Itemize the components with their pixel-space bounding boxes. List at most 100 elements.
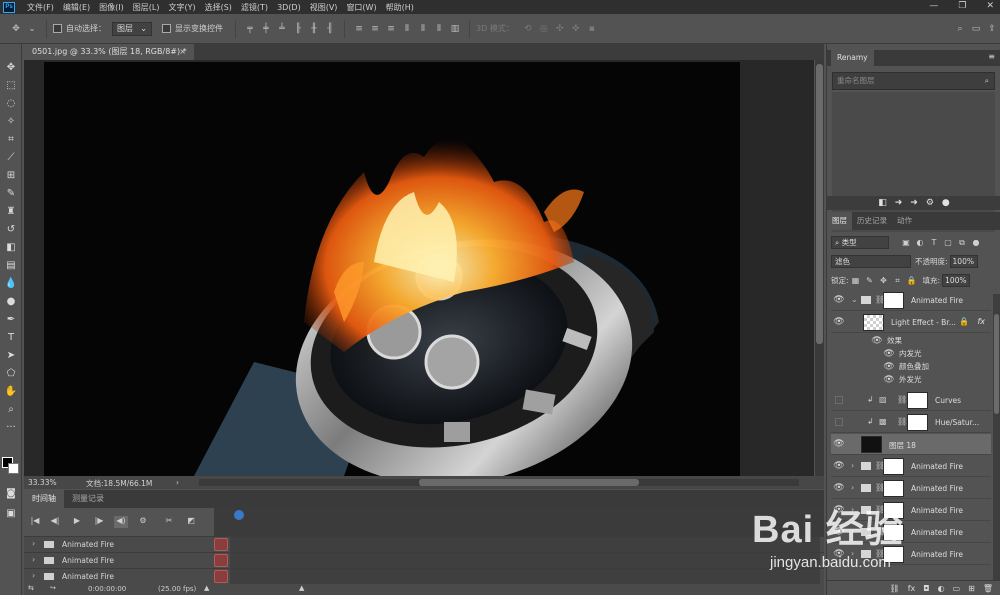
dodge-icon[interactable]: ● xyxy=(0,292,22,310)
align-vcenter-icon[interactable]: ╪ xyxy=(261,24,271,34)
layer-mask-thumbnail[interactable] xyxy=(907,414,928,431)
audio-icon[interactable]: ◀) xyxy=(114,516,128,528)
minimize-icon[interactable]: — xyxy=(929,1,938,11)
tab-measurement-log[interactable]: 测量记录 xyxy=(64,490,112,508)
effect-row[interactable]: 👁 外发光 xyxy=(831,373,991,386)
layer-row[interactable]: 👁 › ⛓ Animated Fire xyxy=(831,522,991,543)
path-selection-icon[interactable]: ➤ xyxy=(0,346,22,364)
search-icon[interactable]: ⌕ xyxy=(985,73,989,89)
background-color-swatch[interactable] xyxy=(8,463,19,474)
loop-icon[interactable]: ⇆ xyxy=(28,584,34,592)
menu-help[interactable]: 帮助(H) xyxy=(386,2,414,13)
eye-icon[interactable]: 👁 xyxy=(833,461,845,471)
eye-icon[interactable]: 👁 xyxy=(883,375,895,385)
track-clip[interactable] xyxy=(214,554,228,567)
screen-mode-icon[interactable]: ▣ xyxy=(0,504,22,522)
tab-layers[interactable]: 图层 xyxy=(827,212,852,230)
search-icon[interactable]: ⌕ xyxy=(955,24,965,34)
first-frame-icon[interactable]: |◀ xyxy=(28,516,42,528)
eye-icon[interactable]: 👁 xyxy=(871,336,883,346)
pixel-filter-icon[interactable]: ▣ xyxy=(901,238,911,247)
track-clip[interactable] xyxy=(214,538,228,551)
workspace-icon[interactable]: ▭ xyxy=(971,24,981,34)
type-filter-icon[interactable]: T xyxy=(929,238,939,247)
new-group-icon[interactable]: ▭ xyxy=(953,584,961,593)
filter-kind-dropdown[interactable]: ⌕ 类型 xyxy=(831,236,889,249)
arrow-right-icon[interactable]: ➜ xyxy=(895,198,903,208)
fx-icon[interactable]: fx xyxy=(908,584,916,593)
panel-menu-icon[interactable]: ≡ xyxy=(988,52,995,61)
layer-mask-thumbnail[interactable] xyxy=(883,546,904,563)
distribute-hcenter-icon[interactable]: ⦀ xyxy=(418,24,428,34)
move-icon[interactable]: ✥ xyxy=(0,58,22,76)
layer-row-selected[interactable]: 👁 图层 18 xyxy=(831,434,991,455)
align-top-icon[interactable]: ╤ xyxy=(245,24,255,34)
eye-icon[interactable]: 👁 xyxy=(833,317,845,327)
pen-icon[interactable]: ✒ xyxy=(0,310,22,328)
renamy-search-input[interactable]: 重命名图层 ⌕ xyxy=(832,72,995,90)
new-adjustment-icon[interactable]: ◐ xyxy=(938,584,945,593)
timeline-ruler[interactable] xyxy=(214,508,824,536)
tab-timeline[interactable]: 时间轴 xyxy=(24,490,64,508)
more-tools-icon[interactable]: ··· xyxy=(0,418,22,436)
track-lane[interactable] xyxy=(230,537,820,553)
auto-align-icon[interactable]: ▥ xyxy=(450,24,460,34)
layer-row[interactable]: ↲ ▨ ⛓ Curves xyxy=(831,390,991,411)
align-right-icon[interactable]: ╢ xyxy=(325,24,335,34)
show-transform-checkbox[interactable] xyxy=(162,24,171,33)
gradient-icon[interactable]: ▤ xyxy=(0,256,22,274)
distribute-right-icon[interactable]: ⦀ xyxy=(434,24,444,34)
3d-roll-icon[interactable]: ◎ xyxy=(539,24,549,34)
blend-mode-dropdown[interactable]: 滤色 xyxy=(831,255,911,268)
chevron-down-icon[interactable]: ⌄ xyxy=(27,24,37,34)
distribute-vcenter-icon[interactable]: ≡ xyxy=(370,24,380,34)
menu-3d[interactable]: 3D(D) xyxy=(277,3,301,12)
chevron-right-icon[interactable]: › xyxy=(851,527,854,536)
lock-artboard-icon[interactable]: ⌗ xyxy=(893,276,903,286)
zoom-level[interactable]: 33.33% xyxy=(28,478,57,487)
shape-filter-icon[interactable]: ▢ xyxy=(943,238,953,247)
timeline-track[interactable]: › Animated Fire xyxy=(24,552,824,569)
lock-pixels-icon[interactable]: ✎ xyxy=(865,276,875,285)
3d-pan-icon[interactable]: ✣ xyxy=(555,24,565,34)
3d-scale-icon[interactable]: ▪ xyxy=(587,24,597,34)
chevron-right-icon[interactable]: › xyxy=(32,555,35,564)
zoom-out-mountain-icon[interactable]: ▲ xyxy=(204,584,209,592)
chevron-right-icon[interactable]: › xyxy=(32,539,35,548)
smart-filter-icon[interactable]: ⧉ xyxy=(957,238,967,248)
scrollbar-thumb[interactable] xyxy=(419,479,639,486)
healing-brush-icon[interactable]: ⊞ xyxy=(0,166,22,184)
chevron-right-icon[interactable]: › xyxy=(851,505,854,514)
layer-row[interactable]: 👁 › ⛓ Animated Fire xyxy=(831,456,991,477)
layer-row[interactable]: 👁 › ⛓ Animated Fire xyxy=(831,500,991,521)
tab-actions[interactable]: 动作 xyxy=(892,212,917,230)
layer-mask-thumbnail[interactable] xyxy=(883,292,904,309)
menu-view[interactable]: 视图(V) xyxy=(310,2,338,13)
layer-mask-thumbnail[interactable] xyxy=(883,524,904,541)
chevron-right-icon[interactable]: › xyxy=(176,478,179,487)
layer-row[interactable]: 👁 › ⛓ Animated Fire xyxy=(831,544,991,565)
eye-icon[interactable]: 👁 xyxy=(833,549,845,559)
canvas-horizontal-scrollbar[interactable] xyxy=(199,479,799,486)
info-icon[interactable]: ● xyxy=(942,198,950,208)
close-icon[interactable]: × xyxy=(179,44,186,60)
menu-filter[interactable]: 滤镜(T) xyxy=(241,2,268,13)
distribute-top-icon[interactable]: ≡ xyxy=(354,24,364,34)
adjustment-filter-icon[interactable]: ◐ xyxy=(915,238,925,247)
auto-select-checkbox[interactable] xyxy=(53,24,62,33)
auto-select-dropdown[interactable]: 图层 ⌄ xyxy=(112,21,152,36)
menu-window[interactable]: 窗口(W) xyxy=(346,2,376,13)
eye-icon[interactable]: 👁 xyxy=(883,349,895,359)
canvas-vertical-scrollbar[interactable] xyxy=(815,60,824,476)
eraser-icon[interactable]: ◧ xyxy=(0,238,22,256)
link-layers-icon[interactable]: ⛓ xyxy=(890,584,900,593)
effect-row[interactable]: 👁 内发光 xyxy=(831,347,991,360)
visibility-toggle[interactable] xyxy=(835,418,843,426)
layers-scrollbar[interactable] xyxy=(993,294,1000,584)
restore-icon[interactable]: ❐ xyxy=(958,1,966,11)
visibility-toggle[interactable] xyxy=(835,396,843,404)
align-hcenter-icon[interactable]: ╫ xyxy=(309,24,319,34)
eye-icon[interactable]: 👁 xyxy=(833,483,845,493)
menu-image[interactable]: 图像(I) xyxy=(99,2,124,13)
add-mask-icon[interactable]: ◘ xyxy=(923,584,929,593)
